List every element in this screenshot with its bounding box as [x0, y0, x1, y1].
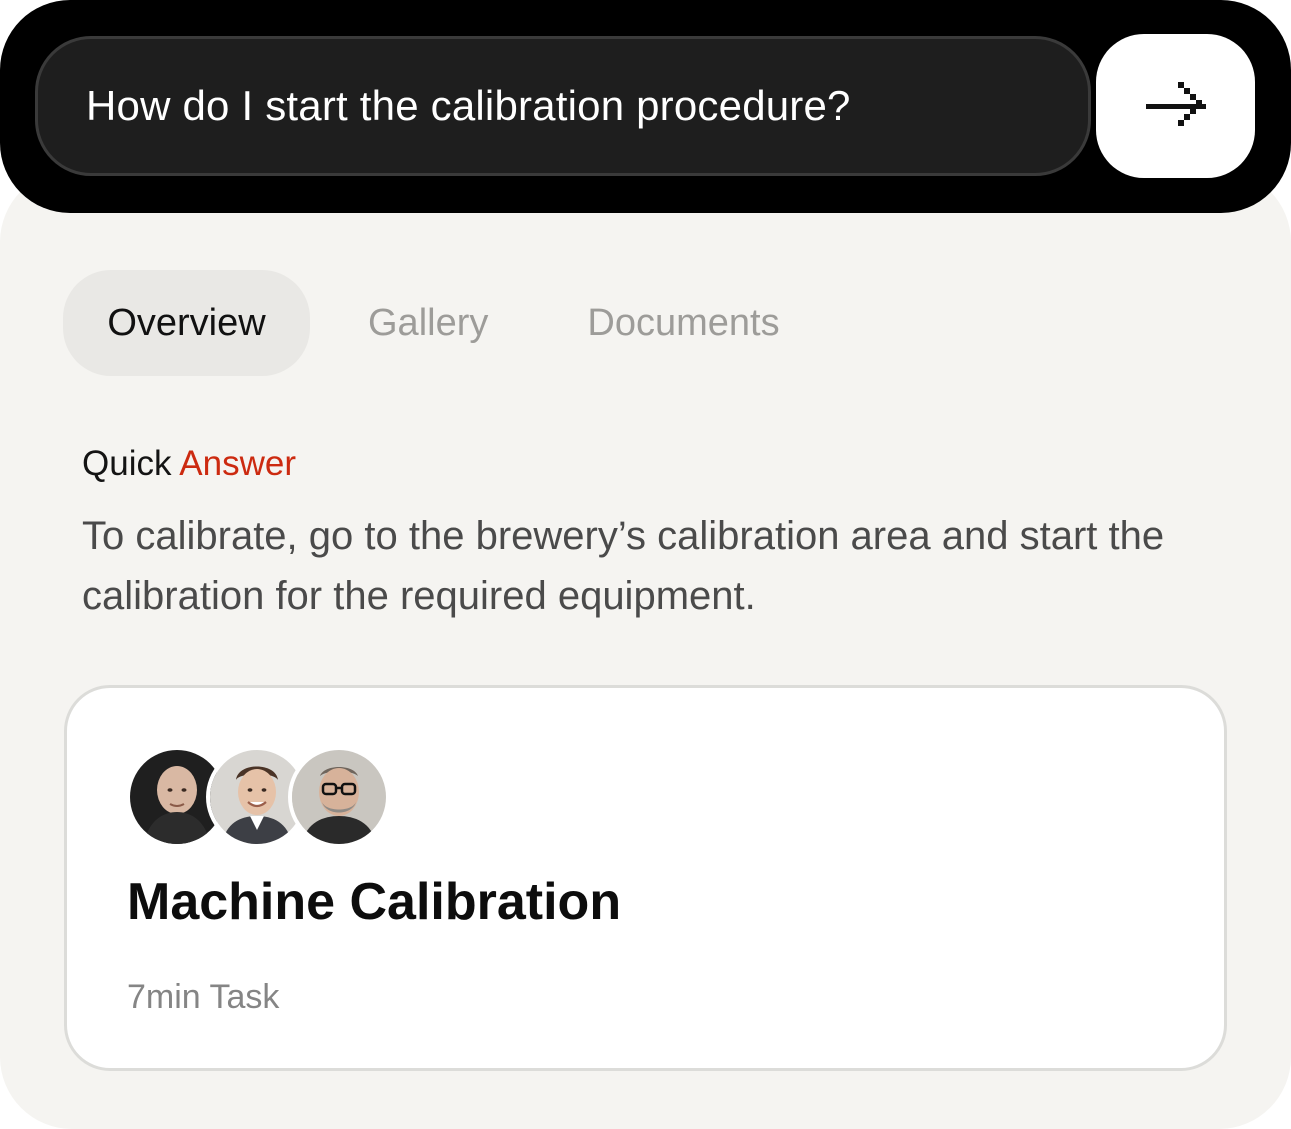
avatar-man-glasses: [288, 746, 390, 848]
tab-gallery[interactable]: Gallery: [368, 270, 488, 376]
quick-answer-label-second: Answer: [179, 444, 296, 483]
task-title: Machine Calibration: [127, 873, 622, 931]
quick-answer-text: To calibrate, go to the brewery’s calibr…: [82, 514, 1165, 618]
search-input[interactable]: How do I start the calibration procedure…: [35, 36, 1091, 176]
tab-bar: Overview Gallery Documents: [63, 270, 780, 376]
avatar-group: [126, 746, 396, 850]
search-query-text: How do I start the calibration procedure…: [86, 82, 851, 129]
task-card[interactable]: Machine Calibration 7min Task: [64, 685, 1227, 1071]
arrow-right-icon: [1144, 77, 1208, 135]
quick-answer-label-first: Quick: [82, 444, 172, 483]
send-button[interactable]: [1096, 34, 1255, 178]
quick-answer-label: Quick Answer: [82, 444, 296, 484]
query-bar: How do I start the calibration procedure…: [0, 0, 1291, 213]
task-duration: 7min Task: [127, 978, 280, 1016]
tab-documents[interactable]: Documents: [587, 270, 779, 376]
app-root: How do I start the calibration procedure…: [0, 0, 1291, 1129]
tab-overview[interactable]: Overview: [63, 270, 310, 376]
